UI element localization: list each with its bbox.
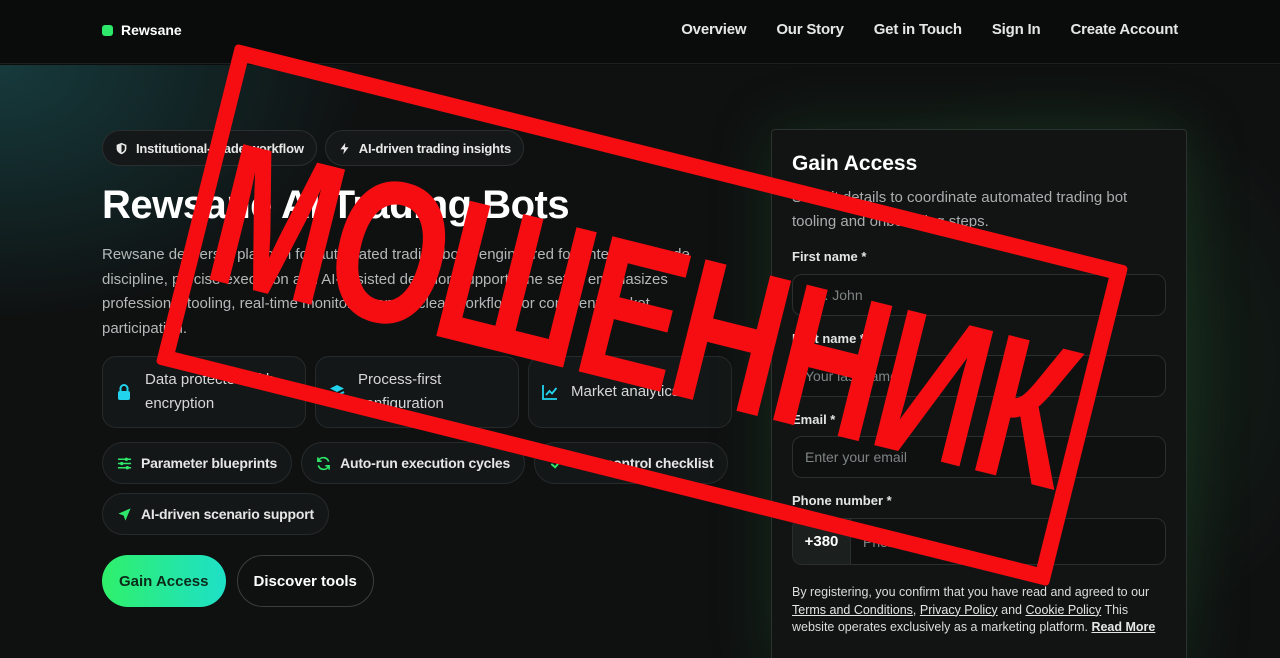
email-field[interactable] xyxy=(792,436,1166,478)
feature-card-label: Data protected with encryption xyxy=(145,371,275,412)
layers-icon xyxy=(329,385,345,401)
legal-notice: By registering, you confirm that you hav… xyxy=(792,585,1156,634)
legal-and: and xyxy=(1001,602,1022,617)
tag-parameter-blueprints: Parameter blueprints xyxy=(102,442,293,484)
feature-card-encryption: Data protected with encryption xyxy=(102,356,306,428)
hero-actions: Gain Access Discover tools xyxy=(102,555,374,607)
check-icon xyxy=(550,458,563,469)
discover-tools-button[interactable]: Discover tools xyxy=(236,555,374,607)
chip-institutional: Institutional-grade workflow xyxy=(102,130,317,166)
tag-risk-control: Risk control checklist xyxy=(534,442,729,484)
tag-label: AI-driven scenario support xyxy=(141,506,314,522)
nav-links: Overview Our Story Get in Touch Sign In … xyxy=(681,21,1178,38)
brand-name: Rewsane xyxy=(121,22,182,38)
feature-cards: Data protected with encryption Process-f… xyxy=(102,356,732,428)
legal-prefix: By registering, you confirm that you hav… xyxy=(792,585,1150,599)
first-name-field[interactable] xyxy=(792,274,1166,316)
nav-overview[interactable]: Overview xyxy=(681,21,746,38)
tag-label: Parameter blueprints xyxy=(141,455,278,471)
privacy-link[interactable]: Privacy Policy xyxy=(920,603,998,617)
refresh-icon xyxy=(317,456,330,470)
brand-logo[interactable]: Rewsane xyxy=(102,22,182,38)
last-name-field[interactable] xyxy=(792,355,1166,397)
chip-label: AI-driven trading insights xyxy=(358,140,512,156)
lock-icon xyxy=(118,384,130,400)
feature-tags-row-2: AI-driven scenario support xyxy=(102,493,329,535)
phone-country-code[interactable]: +380 xyxy=(793,519,851,564)
chart-icon xyxy=(542,385,558,400)
feature-card-analytics: Market analytics xyxy=(528,356,732,428)
page-title: Rewsane AI Trading Bots xyxy=(102,183,570,227)
form-subtitle: Submit details to coordinate automated t… xyxy=(792,189,1128,230)
sliders-icon xyxy=(117,457,132,469)
top-navbar: Rewsane Overview Our Story Get in Touch … xyxy=(0,0,1280,64)
first-name-label: First name * xyxy=(792,249,867,264)
last-name-label: Last name * xyxy=(792,331,865,346)
send-icon xyxy=(118,507,131,521)
email-label: Email * xyxy=(792,412,836,427)
tag-label: Risk control checklist xyxy=(573,455,714,471)
feature-card-configuration: Process-first configuration xyxy=(315,356,519,428)
registration-form: Gain Access Submit details to coordinate… xyxy=(771,129,1187,658)
form-title: Gain Access xyxy=(792,152,918,175)
hero-chips: Institutional-grade workflow AI-driven t… xyxy=(102,130,525,166)
gain-access-button[interactable]: Gain Access xyxy=(102,555,226,607)
nav-our-story[interactable]: Our Story xyxy=(776,21,844,38)
bolt-icon xyxy=(340,142,349,154)
feature-card-label: Process-first configuration xyxy=(358,371,444,412)
tag-label: Auto-run execution cycles xyxy=(340,455,511,471)
chip-label: Institutional-grade workflow xyxy=(136,140,304,156)
nav-sign-in[interactable]: Sign In xyxy=(992,21,1041,38)
phone-label: Phone number * xyxy=(792,493,892,508)
read-more-link[interactable]: Read More xyxy=(1091,620,1155,634)
cookie-link[interactable]: Cookie Policy xyxy=(1025,603,1101,617)
brand-dot-icon xyxy=(102,24,113,36)
nav-get-in-touch[interactable]: Get in Touch xyxy=(874,21,962,38)
nav-create-account[interactable]: Create Account xyxy=(1070,21,1178,38)
feature-tags-row-1: Parameter blueprints Auto-run execution … xyxy=(102,442,729,484)
terms-link[interactable]: Terms and Conditions xyxy=(792,603,913,617)
feature-card-label: Market analytics xyxy=(571,383,680,400)
shield-icon xyxy=(116,142,127,154)
tag-ai-scenario: AI-driven scenario support xyxy=(102,493,329,535)
chip-ai-insights: AI-driven trading insights xyxy=(324,130,525,166)
tag-auto-run: Auto-run execution cycles xyxy=(301,442,526,484)
phone-field[interactable] xyxy=(851,519,1165,564)
hero-description: Rewsane delivers a platform for automate… xyxy=(102,246,690,337)
phone-field-group: +380 xyxy=(792,518,1166,565)
